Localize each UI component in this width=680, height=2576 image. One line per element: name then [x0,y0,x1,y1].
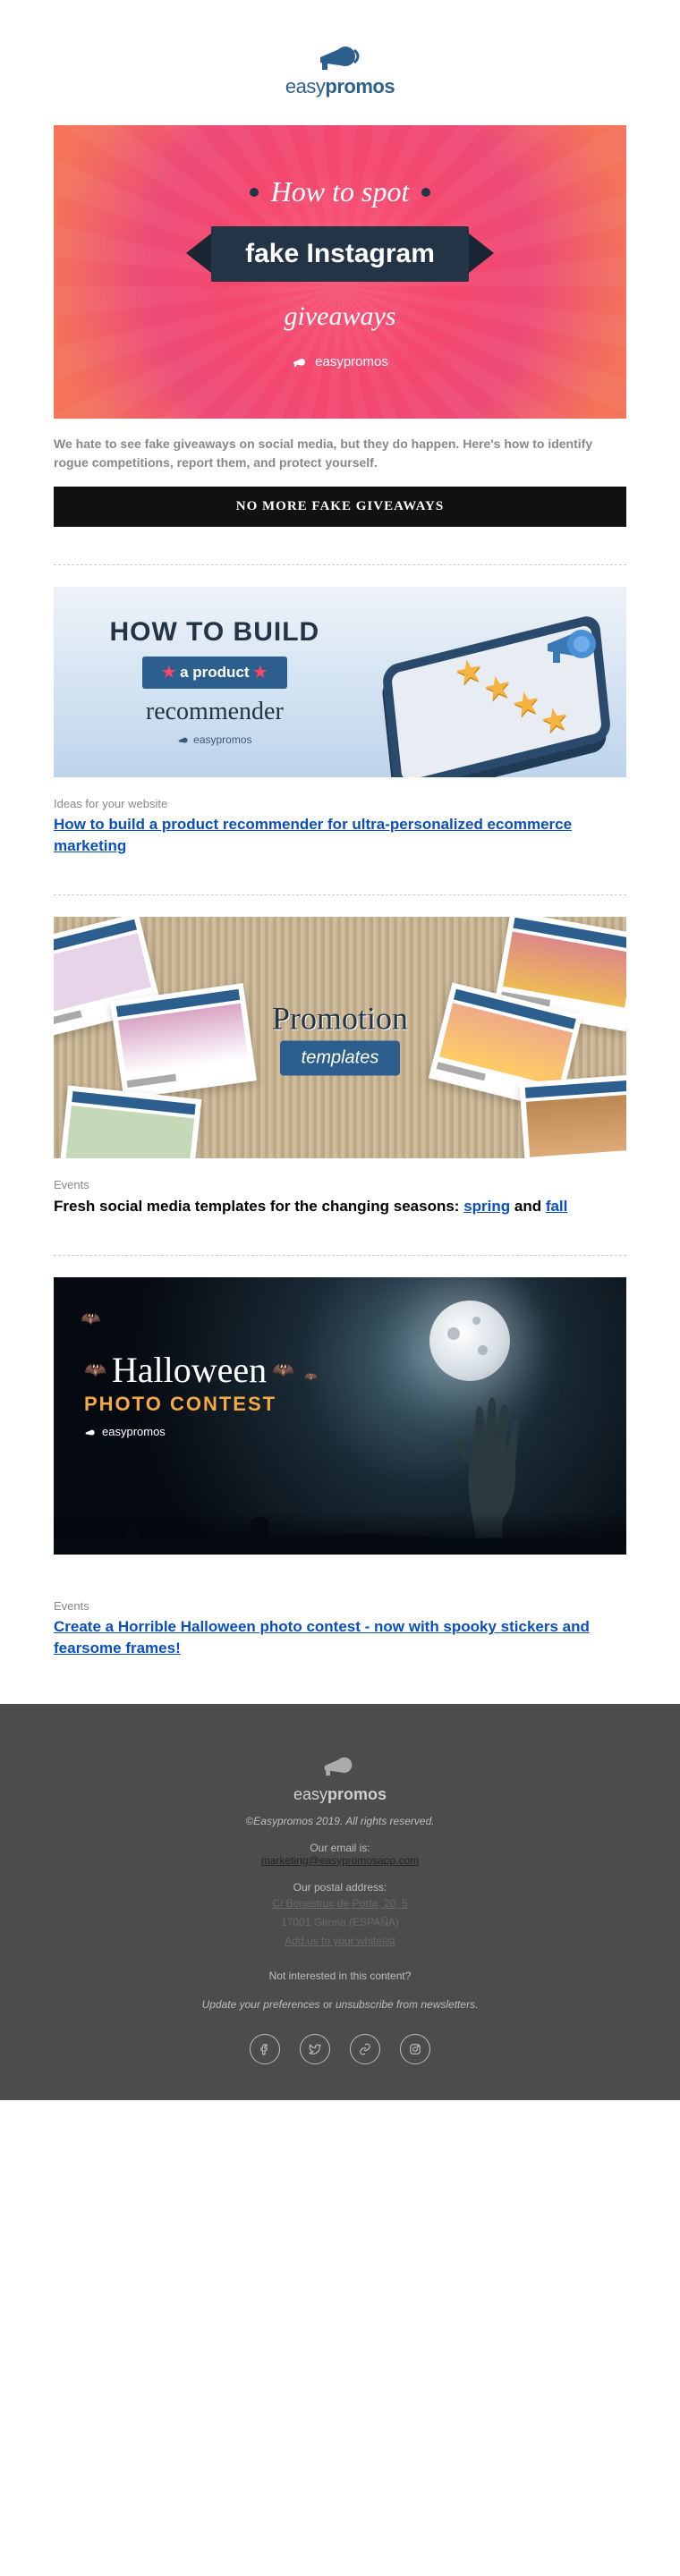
article-link-halloween[interactable]: Create a Horrible Halloween photo contes… [54,1616,626,1659]
article-link-recommender[interactable]: How to build a product recommender for u… [54,814,626,857]
banner4-title: 🦇 Halloween 🦇 [84,1349,294,1391]
banner3-ribbon: templates [280,1040,401,1075]
section-label: Ideas for your website [54,797,626,810]
megaphone-icon [177,733,190,746]
halloween-banner: 🦇 🦇 🦇 Halloween 🦇 PHOTO CONTEST easyprom… [54,1277,626,1555]
banner2-brand: easypromos [177,733,251,746]
product-recommender-banner: HOW TO BUILD ★ a product ★ recommender e… [54,587,626,777]
phone-illustration: ★ ★ ★ ★ [376,614,608,777]
megaphone-icon [320,1749,360,1777]
banner4-sub: PHOTO CONTEST [84,1393,294,1416]
link-icon[interactable] [350,2034,380,2064]
section-label: Events [54,1599,626,1613]
hero-ribbon: fake Instagram [211,226,469,282]
templates-banner: Promotion templates [54,917,626,1158]
spring-link[interactable]: spring [463,1198,510,1215]
social-icons [36,2034,644,2064]
intro-text: We hate to see fake giveaways on social … [54,435,626,472]
template-card [110,983,257,1099]
twitter-icon[interactable] [300,2034,330,2064]
banner2-title: HOW TO BUILD [79,617,351,648]
bat-icon: 🦇 [304,1370,318,1383]
whitelist-link[interactable]: Add us to your whitelist [36,1933,644,1950]
copyright: ©Easypromos 2019. All rights reserved. [36,1815,644,1827]
cta-button[interactable]: NO MORE FAKE GIVEAWAYS [54,487,626,527]
moon-graphic [429,1301,510,1381]
hero-banner: How to spot fake Instagram giveaways eas… [54,125,626,419]
megaphone-icon [531,597,612,678]
instagram-icon[interactable] [400,2034,430,2064]
email-link[interactable]: marketing@easypromosapp.com [261,1854,419,1867]
ground-graphic [54,1512,626,1555]
templates-text: Fresh social media templates for the cha… [54,1195,626,1218]
footer-brand: easypromos [36,1785,644,1804]
banner3-title: Promotion [272,999,408,1037]
hero-line1: How to spot [250,175,431,208]
template-card [58,1085,202,1158]
divider [54,894,626,895]
banner4-brand: easypromos [84,1425,294,1438]
brand-name: easypromos [285,75,395,98]
megaphone-icon [292,353,308,369]
address-line: 17001 Girona (ESPAÑA) [36,1914,644,1931]
hero-line2: giveaways [89,301,591,332]
template-card [519,1072,626,1157]
banner2-ribbon: ★ a product ★ [142,657,286,689]
fall-link[interactable]: fall [546,1198,568,1215]
megaphone-icon [315,36,365,72]
header-logo: easypromos [54,36,626,98]
bat-icon: 🦇 [81,1309,100,1328]
divider [54,1255,626,1256]
hero-brand: easypromos [292,353,388,369]
footer: easypromos ©Easypromos 2019. All rights … [0,1704,680,2101]
section-label: Events [54,1178,626,1191]
divider [54,564,626,565]
not-interested: Not interested in this content? [36,1970,644,1982]
unsubscribe-link[interactable]: unsubscribe from newsletters. [336,1998,478,2011]
facebook-icon[interactable] [250,2034,280,2064]
banner2-sub: recommender [79,698,351,726]
address-line: C/ Bonastruc de Porta, 20, 5 [36,1895,644,1912]
email-label: Our email is: [36,1842,644,1854]
update-preferences-link[interactable]: Update your preferences [202,1998,320,2011]
address-label: Our postal address: [36,1881,644,1894]
